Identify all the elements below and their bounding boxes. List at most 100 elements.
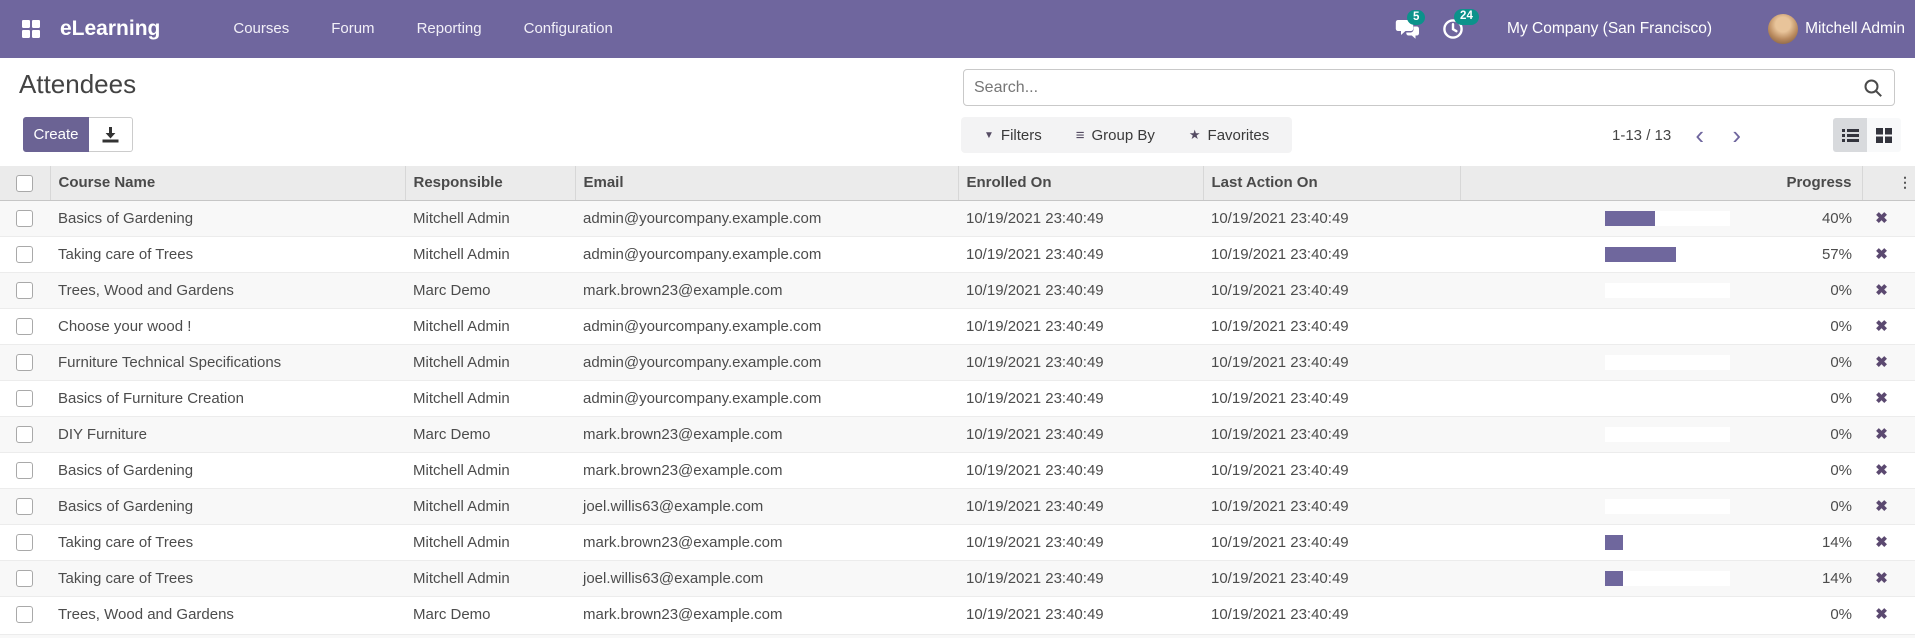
select-all-header — [0, 166, 50, 200]
progressbar-cell — [1460, 560, 1770, 596]
column-header-email[interactable]: Email — [575, 166, 958, 200]
column-header-last-action-on[interactable]: Last Action On — [1203, 166, 1460, 200]
menu-item-courses[interactable]: Courses — [212, 0, 310, 58]
delete-icon[interactable]: ✖ — [1875, 462, 1888, 479]
progress-value-cell: 0% — [1770, 452, 1862, 488]
pager-previous-button[interactable]: ‹ — [1681, 120, 1718, 150]
search-input[interactable] — [964, 70, 1894, 105]
progress-track — [1605, 571, 1730, 586]
filters-label: Filters — [1001, 127, 1042, 144]
messages-button[interactable]: 5 — [1394, 18, 1421, 41]
enrolled-on-cell: 10/19/2021 23:40:49 — [958, 272, 1203, 308]
row-select-cell — [0, 488, 50, 524]
row-checkbox[interactable] — [16, 534, 33, 551]
select-all-checkbox[interactable] — [16, 175, 33, 192]
apps-menu-icon[interactable] — [18, 16, 44, 42]
delete-icon[interactable]: ✖ — [1875, 570, 1888, 587]
table-row[interactable]: Basics of Gardening Mitchell Admin mark.… — [0, 452, 1915, 488]
export-button[interactable] — [89, 117, 133, 152]
last-action-on-cell: 10/19/2021 23:40:49 — [1203, 596, 1460, 632]
list-view-icon — [1842, 128, 1859, 143]
delete-icon[interactable]: ✖ — [1875, 318, 1888, 335]
group-by-icon: ≡ — [1076, 127, 1085, 144]
company-switcher[interactable]: My Company (San Francisco) — [1507, 20, 1712, 38]
filters-button[interactable]: ▼ Filters — [967, 117, 1059, 153]
table-row[interactable]: Choose your wood ! Mitchell Admin admin@… — [0, 308, 1915, 344]
menu-item-configuration[interactable]: Configuration — [503, 0, 634, 58]
table-row[interactable]: Basics of Furniture Creation Mitchell Ad… — [0, 380, 1915, 416]
responsible-cell: Marc Demo — [405, 272, 575, 308]
progressbar-cell — [1460, 236, 1770, 272]
filter-icon: ▼ — [984, 130, 994, 141]
row-checkbox[interactable] — [16, 354, 33, 371]
chevron-left-icon: ‹ — [1695, 120, 1704, 150]
pager-next-button[interactable]: › — [1718, 120, 1755, 150]
responsible-cell: Marc Demo — [405, 416, 575, 452]
activities-button[interactable]: 24 — [1441, 17, 1465, 41]
row-select-cell — [0, 560, 50, 596]
column-header-enrolled-on[interactable]: Enrolled On — [958, 166, 1203, 200]
table-row[interactable]: Basics of Gardening Mitchell Admin joel.… — [0, 488, 1915, 524]
table-row[interactable]: Trees, Wood and Gardens Marc Demo mark.b… — [0, 272, 1915, 308]
table-row[interactable]: Taking care of Trees Mitchell Admin admi… — [0, 236, 1915, 272]
email-cell: mark.brown23@example.com — [575, 452, 958, 488]
course-name-cell: Basics of Gardening — [50, 200, 405, 236]
favorites-label: Favorites — [1208, 127, 1270, 144]
table-row[interactable]: Taking care of Trees Mitchell Admin mark… — [0, 524, 1915, 560]
row-checkbox[interactable] — [16, 462, 33, 479]
kanban-view-button[interactable] — [1867, 118, 1901, 152]
row-select-cell — [0, 236, 50, 272]
row-checkbox[interactable] — [16, 318, 33, 335]
menu-item-reporting[interactable]: Reporting — [396, 0, 503, 58]
row-checkbox[interactable] — [16, 282, 33, 299]
responsible-cell: Mitchell Admin — [405, 524, 575, 560]
list-view-button[interactable] — [1833, 118, 1867, 152]
menu-item-forum[interactable]: Forum — [310, 0, 395, 58]
row-select-cell — [0, 308, 50, 344]
delete-icon[interactable]: ✖ — [1875, 498, 1888, 515]
app-brand[interactable]: eLearning — [60, 17, 160, 41]
user-menu[interactable]: Mitchell Admin — [1805, 20, 1905, 38]
responsible-cell: Mitchell Admin — [405, 452, 575, 488]
row-checkbox[interactable] — [16, 570, 33, 587]
favorites-button[interactable]: ★ Favorites — [1172, 117, 1286, 153]
progressbar-cell — [1460, 488, 1770, 524]
delete-icon[interactable]: ✖ — [1875, 606, 1888, 623]
column-header-progress[interactable]: Progress — [1770, 166, 1862, 200]
progress-value-cell: 14% — [1770, 524, 1862, 560]
column-header-responsible[interactable]: Responsible — [405, 166, 575, 200]
create-button[interactable]: Create — [23, 117, 89, 152]
progressbar-cell — [1460, 416, 1770, 452]
delete-icon[interactable]: ✖ — [1875, 354, 1888, 371]
delete-icon[interactable]: ✖ — [1875, 426, 1888, 443]
row-checkbox[interactable] — [16, 498, 33, 515]
email-cell: mark.brown23@example.com — [575, 524, 958, 560]
progressbar-cell — [1460, 344, 1770, 380]
last-action-on-cell: 10/19/2021 23:40:49 — [1203, 236, 1460, 272]
table-row[interactable]: Furniture Technical Specifications Mitch… — [0, 344, 1915, 380]
progress-track — [1605, 391, 1730, 406]
search-icon[interactable] — [1862, 77, 1884, 104]
course-name-cell: DIY Furniture — [50, 416, 405, 452]
progress-track — [1605, 535, 1730, 550]
top-navbar: eLearning CoursesForumReportingConfigura… — [0, 0, 1915, 58]
row-checkbox[interactable] — [16, 210, 33, 227]
table-row[interactable]: Taking care of Trees Mitchell Admin joel… — [0, 560, 1915, 596]
table-row[interactable]: Trees, Wood and Gardens Marc Demo mark.b… — [0, 596, 1915, 632]
table-header-row: Course Name Responsible Email Enrolled O… — [0, 166, 1915, 200]
delete-icon[interactable]: ✖ — [1875, 534, 1888, 551]
row-checkbox[interactable] — [16, 426, 33, 443]
delete-icon[interactable]: ✖ — [1875, 390, 1888, 407]
table-row[interactable]: Basics of Gardening Mitchell Admin admin… — [0, 200, 1915, 236]
row-checkbox[interactable] — [16, 390, 33, 407]
column-header-course-name[interactable]: Course Name — [50, 166, 405, 200]
delete-icon[interactable]: ✖ — [1875, 210, 1888, 227]
table-row[interactable]: DIY Furniture Marc Demo mark.brown23@exa… — [0, 416, 1915, 452]
delete-icon[interactable]: ✖ — [1875, 282, 1888, 299]
progressbar-cell — [1460, 452, 1770, 488]
delete-icon[interactable]: ✖ — [1875, 246, 1888, 263]
optional-columns-toggle[interactable]: ⋮ — [1862, 166, 1915, 200]
row-checkbox[interactable] — [16, 246, 33, 263]
row-checkbox[interactable] — [16, 606, 33, 623]
group-by-button[interactable]: ≡ Group By — [1059, 117, 1172, 153]
